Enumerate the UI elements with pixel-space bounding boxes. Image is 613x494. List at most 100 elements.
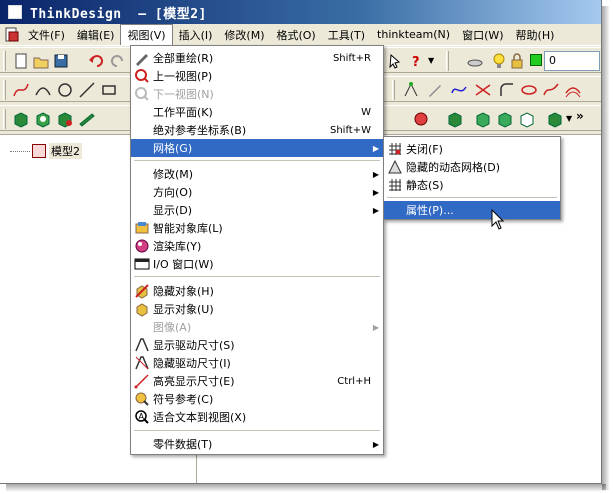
- menu-item-absolute-ref[interactable]: 绝对参考坐标系(B) Shift+W: [131, 121, 383, 139]
- layer-value: 0: [549, 54, 556, 67]
- model-icon: [32, 144, 46, 158]
- tree-node-model[interactable]: 模型2: [10, 143, 82, 159]
- menu-thinkteam[interactable]: thinkteam(N): [371, 26, 456, 43]
- line-icon[interactable]: [78, 81, 96, 99]
- ellipse-icon[interactable]: [520, 81, 538, 99]
- submenu-arrow-icon: ▶: [372, 169, 379, 179]
- menu-item-fit-text-to-view[interactable]: A 适合文本到视图(X): [131, 408, 383, 426]
- window-shadow: [6, 484, 606, 492]
- menu-item-image[interactable]: 图像(A) ▶: [131, 318, 383, 336]
- submenu-arrow-icon: ▶: [372, 322, 379, 332]
- menu-item-grid[interactable]: 网格(G) ▶: [131, 139, 383, 157]
- layer-icon[interactable]: [466, 52, 484, 70]
- point-curve-icon[interactable]: [402, 81, 420, 99]
- menu-item-redraw-all[interactable]: 全部重绘(R) Shift+R: [131, 49, 383, 67]
- menu-file[interactable]: 文件(F): [22, 25, 71, 45]
- menu-item-hide-driving-dims[interactable]: 隐藏驱动尺寸(I): [131, 354, 383, 372]
- trim-icon[interactable]: [474, 81, 492, 99]
- toolbar-grip[interactable]: [392, 80, 395, 100]
- fit-text-icon: A: [135, 410, 149, 424]
- menu-item-part-data[interactable]: 零件数据(T) ▶: [131, 435, 383, 453]
- lock-icon[interactable]: [508, 52, 526, 70]
- menu-edit[interactable]: 编辑(E): [71, 25, 121, 45]
- toolbar-overflow-icon[interactable]: »: [576, 109, 584, 123]
- submenu-arrow-icon: ▶: [372, 187, 379, 197]
- svg-text:?: ?: [412, 55, 420, 70]
- shell-icon[interactable]: [446, 110, 464, 128]
- previous-view-icon: [135, 69, 149, 83]
- menu-window[interactable]: 窗口(W): [456, 25, 509, 45]
- menu-view[interactable]: 视图(V): [120, 24, 173, 45]
- document-icon[interactable]: [4, 27, 20, 43]
- spline-icon[interactable]: [450, 81, 468, 99]
- layer-select[interactable]: 0: [544, 51, 600, 71]
- menu-item-smart-object-library[interactable]: 智能对象库(L): [131, 219, 383, 237]
- undo-icon[interactable]: [88, 52, 106, 70]
- help-pointer-icon[interactable]: ?: [408, 52, 426, 70]
- menu-format[interactable]: 格式(O): [270, 25, 321, 45]
- assembly-icon[interactable]: [412, 110, 430, 128]
- layer-color-swatch[interactable]: [530, 54, 542, 66]
- menu-tools[interactable]: 工具(T): [322, 25, 371, 45]
- boolean-icon[interactable]: [56, 110, 74, 128]
- menu-item-highlight-dims[interactable]: 高亮显示尺寸(E) Ctrl+H: [131, 372, 383, 390]
- menu-modify[interactable]: 修改(M): [218, 25, 270, 45]
- dimension-icon: [135, 338, 149, 352]
- sweep-icon[interactable]: [78, 110, 96, 128]
- rectangle-icon[interactable]: [100, 81, 118, 99]
- wireframe-box-icon[interactable]: [518, 110, 536, 128]
- menu-item-previous-view[interactable]: 上一视图(P): [131, 67, 383, 85]
- pointer-tool-icon[interactable]: [386, 52, 404, 70]
- highlight-dimension-icon: [134, 374, 149, 389]
- menu-item-hidden-dynamic-grid[interactable]: 隐藏的动态网格(D): [384, 158, 560, 176]
- fillet-icon[interactable]: [498, 81, 516, 99]
- menu-item-modify[interactable]: 修改(M) ▶: [131, 165, 383, 183]
- menu-item-grid-off[interactable]: 关闭(F): [384, 140, 560, 158]
- menu-item-work-plane[interactable]: 工作平面(K) W: [131, 103, 383, 121]
- cylinder-icon[interactable]: [496, 110, 514, 128]
- revolve-icon[interactable]: [34, 110, 52, 128]
- menu-item-orientation[interactable]: 方向(O) ▶: [131, 183, 383, 201]
- tree-node-label: 模型2: [49, 143, 82, 159]
- menu-item-hide-object[interactable]: 隐藏对象(H): [131, 282, 383, 300]
- title-bar: ThinkDesign – [模型2]: [0, 0, 601, 24]
- box-icon[interactable]: [474, 110, 492, 128]
- next-view-icon: [135, 87, 149, 101]
- circle-icon[interactable]: [56, 81, 74, 99]
- toolbar-grip[interactable]: [3, 51, 6, 71]
- show-object-icon: [136, 303, 148, 317]
- freeform-icon[interactable]: [542, 81, 560, 99]
- menu-help[interactable]: 帮助(H): [510, 25, 561, 45]
- menu-item-show-driving-dims[interactable]: 显示驱动尺寸(S): [131, 336, 383, 354]
- open-folder-icon[interactable]: [32, 52, 50, 70]
- menu-item-show-object[interactable]: 显示对象(U): [131, 300, 383, 318]
- menu-item-display[interactable]: 显示(D) ▶: [131, 201, 383, 219]
- menu-item-next-view[interactable]: 下一视图(N): [131, 85, 383, 103]
- menu-item-static-grid[interactable]: 静态(S): [384, 176, 560, 194]
- menu-separator: [387, 197, 557, 198]
- menu-item-render-library[interactable]: 渲染库(Y): [131, 237, 383, 255]
- offset-curve-icon[interactable]: [564, 81, 582, 99]
- chevron-down-icon[interactable]: ▼: [566, 114, 572, 123]
- toolbar-grip[interactable]: [446, 51, 449, 71]
- menu-item-grid-properties[interactable]: 属性(P)...: [384, 201, 560, 219]
- pen-icon[interactable]: [426, 81, 444, 99]
- toolbar-grip[interactable]: [3, 109, 6, 129]
- menu-item-symbol-reference[interactable]: 符号参考(C): [131, 390, 383, 408]
- menu-item-io-window[interactable]: I/O 窗口(W): [131, 255, 383, 273]
- menu-insert[interactable]: 插入(I): [173, 25, 219, 45]
- redo-icon[interactable]: [108, 52, 126, 70]
- chevron-down-icon[interactable]: ▼: [428, 56, 434, 65]
- static-grid-icon: [389, 179, 401, 191]
- grid-off-icon: [389, 143, 401, 155]
- curve-icon[interactable]: [12, 81, 30, 99]
- save-icon[interactable]: [52, 52, 70, 70]
- extrude-icon[interactable]: [12, 110, 30, 128]
- view-menu: 全部重绘(R) Shift+R 上一视图(P) 下一视图(N) 工作平面(K) …: [130, 45, 384, 455]
- new-file-icon[interactable]: [12, 52, 30, 70]
- lightbulb-icon[interactable]: [490, 52, 508, 70]
- toolbar-grip[interactable]: [3, 80, 6, 100]
- mouse-cursor-icon: [491, 209, 505, 230]
- arc-icon[interactable]: [34, 81, 52, 99]
- feature-icon[interactable]: [546, 110, 564, 128]
